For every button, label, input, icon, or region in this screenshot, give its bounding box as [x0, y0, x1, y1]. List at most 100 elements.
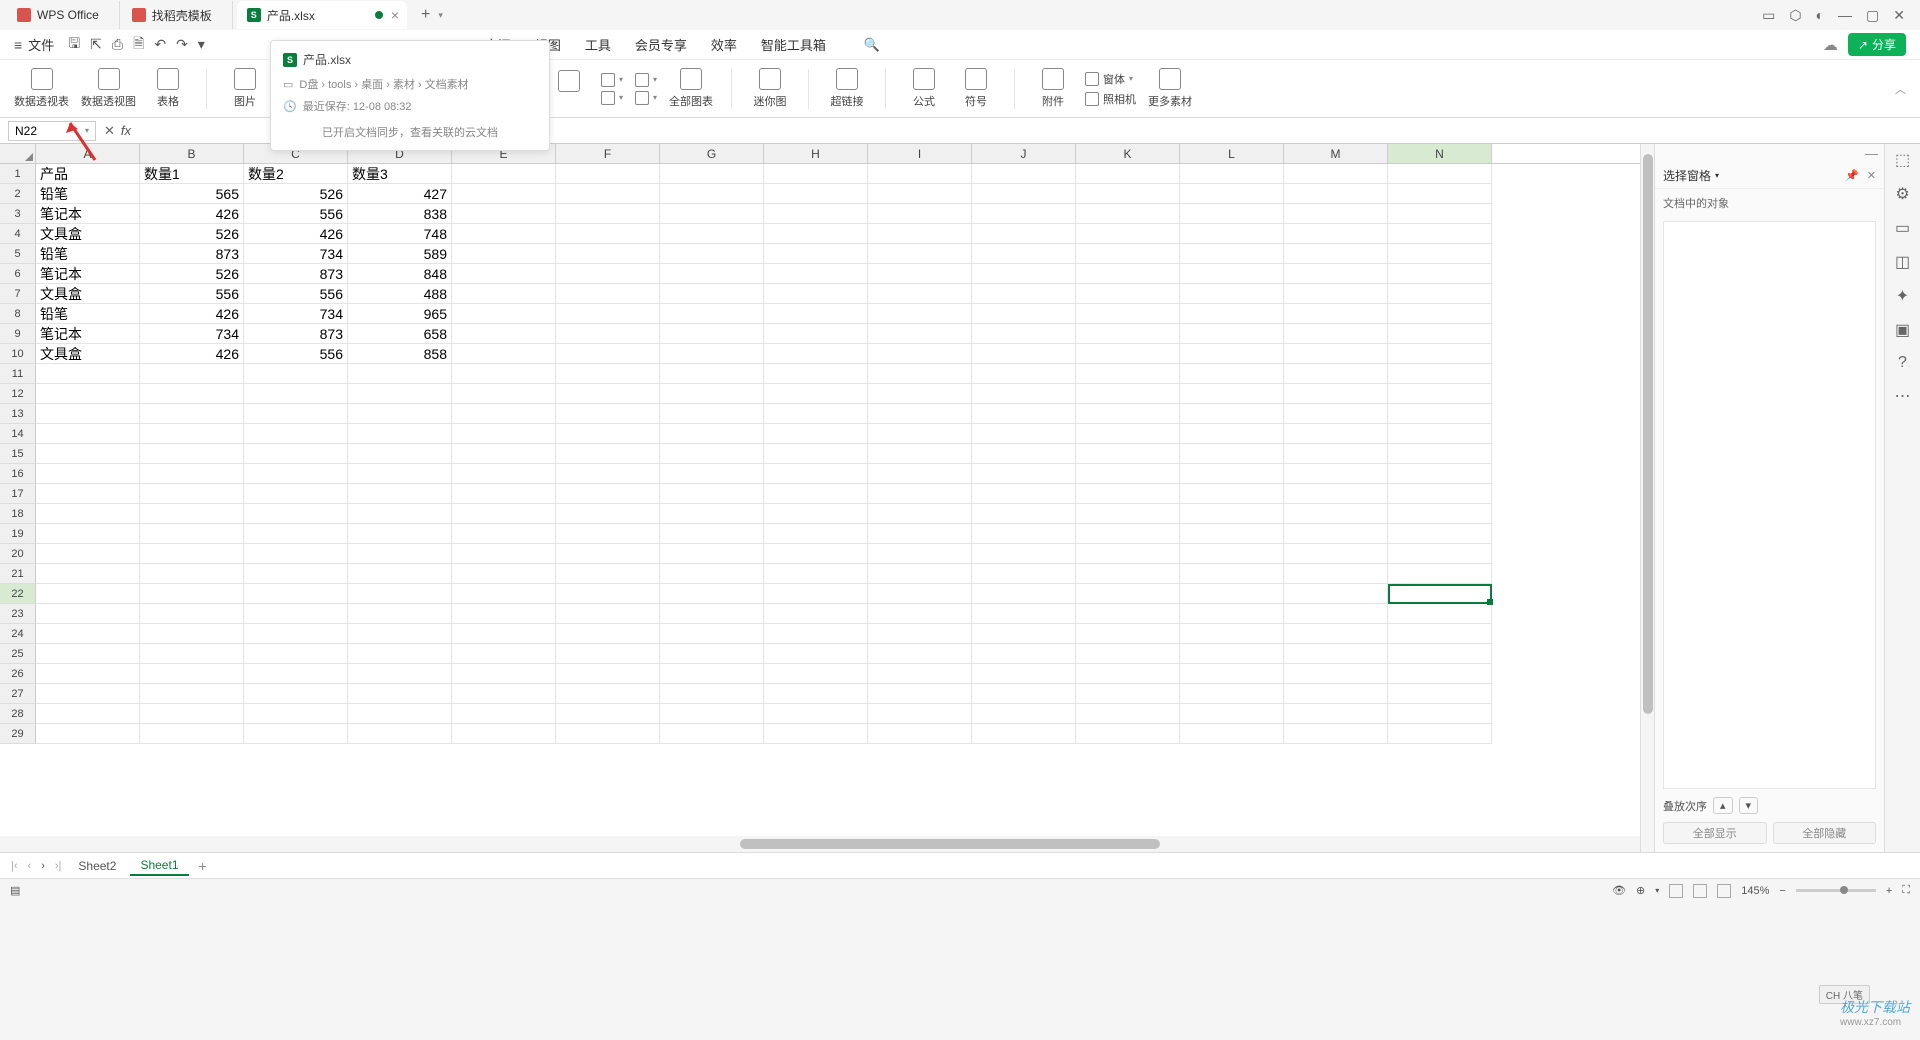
cell[interactable]: [1180, 324, 1284, 344]
cell[interactable]: [1388, 184, 1492, 204]
cell[interactable]: [556, 584, 660, 604]
preview-icon[interactable]: 🗎: [133, 33, 144, 57]
cell[interactable]: [1180, 464, 1284, 484]
cell[interactable]: [1180, 644, 1284, 664]
cell[interactable]: [452, 704, 556, 724]
cell[interactable]: 488: [348, 284, 452, 304]
cell[interactable]: [972, 244, 1076, 264]
cell[interactable]: [244, 364, 348, 384]
cell[interactable]: [1076, 364, 1180, 384]
cell[interactable]: [1076, 384, 1180, 404]
cell[interactable]: [140, 624, 244, 644]
cell[interactable]: [348, 504, 452, 524]
cell[interactable]: [36, 584, 140, 604]
rail-layout-icon[interactable]: ▭: [1895, 218, 1910, 238]
cell[interactable]: [1388, 164, 1492, 184]
cell[interactable]: [348, 624, 452, 644]
col-header-A[interactable]: A: [36, 144, 140, 163]
cell[interactable]: [660, 524, 764, 544]
cell[interactable]: [452, 564, 556, 584]
cell[interactable]: [140, 364, 244, 384]
cell[interactable]: [764, 164, 868, 184]
cell[interactable]: [1076, 504, 1180, 524]
cell[interactable]: [660, 224, 764, 244]
cell[interactable]: 748: [348, 224, 452, 244]
cell[interactable]: [1180, 524, 1284, 544]
doc-tab[interactable]: S 产品.xlsx ×: [237, 1, 407, 29]
cell[interactable]: [348, 424, 452, 444]
cell[interactable]: 数量2: [244, 164, 348, 184]
cell[interactable]: [1388, 644, 1492, 664]
cell[interactable]: 589: [348, 244, 452, 264]
cell[interactable]: [1076, 164, 1180, 184]
cell[interactable]: [972, 324, 1076, 344]
cell[interactable]: [348, 664, 452, 684]
ribbon-collapse-icon[interactable]: ︿: [1895, 81, 1906, 97]
cell[interactable]: [556, 244, 660, 264]
cell[interactable]: [1284, 344, 1388, 364]
cell[interactable]: [868, 664, 972, 684]
cell[interactable]: [764, 704, 868, 724]
cell[interactable]: 658: [348, 324, 452, 344]
cell[interactable]: [36, 484, 140, 504]
cell[interactable]: [1284, 324, 1388, 344]
save-icon[interactable]: 🖫: [68, 33, 80, 57]
cell[interactable]: [660, 664, 764, 684]
col-header-G[interactable]: G: [660, 144, 764, 163]
cell[interactable]: [1388, 324, 1492, 344]
cell[interactable]: [36, 684, 140, 704]
cell[interactable]: [556, 204, 660, 224]
cell[interactable]: [1284, 284, 1388, 304]
cell[interactable]: [764, 564, 868, 584]
show-all-button[interactable]: 全部显示: [1663, 822, 1767, 844]
rail-help-icon[interactable]: ?: [1898, 354, 1907, 372]
cell[interactable]: [660, 424, 764, 444]
cell[interactable]: [452, 164, 556, 184]
qa-dropdown-icon[interactable]: ▾: [198, 36, 205, 53]
cell[interactable]: [1284, 704, 1388, 724]
col-header-M[interactable]: M: [1284, 144, 1388, 163]
hyperlink-button[interactable]: 超链接: [827, 68, 867, 109]
send-backward-button[interactable]: ▾: [1739, 797, 1759, 814]
cell[interactable]: [1284, 404, 1388, 424]
row-header-10[interactable]: 10: [0, 344, 36, 364]
cell[interactable]: [764, 544, 868, 564]
tab-tools[interactable]: 工具: [585, 35, 611, 54]
cell[interactable]: [1388, 504, 1492, 524]
cell[interactable]: [1284, 184, 1388, 204]
row-header-18[interactable]: 18: [0, 504, 36, 524]
cell[interactable]: [1388, 704, 1492, 724]
cell[interactable]: [36, 364, 140, 384]
cell[interactable]: [244, 484, 348, 504]
redo-icon[interactable]: ↷: [176, 36, 188, 53]
rail-settings-icon[interactable]: ⚙: [1895, 184, 1909, 204]
row-header-11[interactable]: 11: [0, 364, 36, 384]
cell[interactable]: [140, 444, 244, 464]
cell[interactable]: [868, 344, 972, 364]
cell[interactable]: [348, 584, 452, 604]
cell[interactable]: [556, 484, 660, 504]
cell[interactable]: [1076, 204, 1180, 224]
cell[interactable]: [244, 724, 348, 744]
cell[interactable]: [556, 444, 660, 464]
cell[interactable]: [140, 604, 244, 624]
hamburger-icon[interactable]: ≡: [14, 37, 22, 53]
row-header-24[interactable]: 24: [0, 624, 36, 644]
cell[interactable]: [1388, 364, 1492, 384]
cell[interactable]: [1284, 504, 1388, 524]
window-minimize-icon[interactable]: —: [1838, 7, 1852, 23]
cell[interactable]: 笔记本: [36, 264, 140, 284]
cell[interactable]: 734: [244, 304, 348, 324]
cell[interactable]: [348, 644, 452, 664]
target-icon[interactable]: ⊕: [1636, 884, 1645, 897]
cell[interactable]: [660, 184, 764, 204]
cell[interactable]: [1076, 304, 1180, 324]
cell[interactable]: [452, 384, 556, 404]
cell[interactable]: [452, 444, 556, 464]
cell[interactable]: [556, 564, 660, 584]
cell[interactable]: [764, 604, 868, 624]
cell[interactable]: [36, 564, 140, 584]
cell[interactable]: 426: [140, 344, 244, 364]
cell[interactable]: [764, 384, 868, 404]
row-header-4[interactable]: 4: [0, 224, 36, 244]
